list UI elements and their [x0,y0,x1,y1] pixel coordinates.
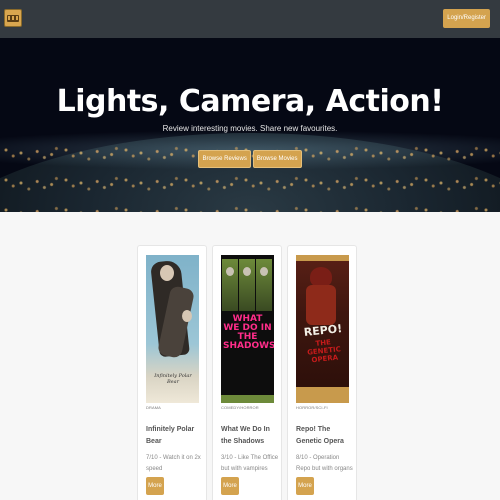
movie-review-snippet: 3/10 - Like The Office but with vampires [221,455,279,472]
movie-title: What We Do In the Shadows [221,426,270,445]
movie-card: Infinitely Polar Bear DRAMA Infinitely P… [137,245,207,500]
more-button[interactable]: More [296,477,314,495]
poster-text: REPO! [303,322,343,339]
movie-genre: HORROR/SCI-FI [296,405,328,410]
poster-text: WHAT WE DO IN THE SHADOWS [223,314,274,351]
hero-banner: Lights, Camera, Action! Review interesti… [0,38,500,212]
movie-genre: DRAMA [146,405,161,410]
hero-subtitle: Review interesting movies. Share new fav… [162,124,338,133]
movie-title: Infinitely Polar Bear [146,426,195,445]
poster-text: Infinitely Polar Bear [154,373,192,385]
hero-title: Lights, Camera, Action! [56,84,444,119]
navbar: Login/Register [0,0,500,38]
movie-poster[interactable]: REPO! THE GENETIC OPERA [296,255,349,403]
movie-title: Repo! The Genetic Opera [296,426,344,445]
more-button[interactable]: More [146,477,164,495]
movie-card: REPO! THE GENETIC OPERA HORROR/SCI-FI Re… [287,245,357,500]
movie-card: WHAT WE DO IN THE SHADOWS COMEDY/HORROR … [212,245,282,500]
movie-poster[interactable]: Infinitely Polar Bear [146,255,199,403]
film-reel-icon[interactable] [4,9,22,27]
movie-review-snippet: 8/10 - Operation Repo but with organs [296,455,353,472]
more-button[interactable]: More [221,477,239,495]
movie-poster[interactable]: WHAT WE DO IN THE SHADOWS [221,255,274,403]
hero-buttons: Browse Reviews Browse Movies [0,150,500,168]
login-register-button[interactable]: Login/Register [443,9,490,28]
browse-movies-button[interactable]: Browse Movies [252,150,302,168]
browse-reviews-button[interactable]: Browse Reviews [198,150,251,168]
movie-review-snippet: 7/10 - Watch it on 2x speed [146,455,201,472]
poster-subtext: THE GENETIC OPERA [306,338,342,365]
movie-genre: COMEDY/HORROR [221,405,259,410]
